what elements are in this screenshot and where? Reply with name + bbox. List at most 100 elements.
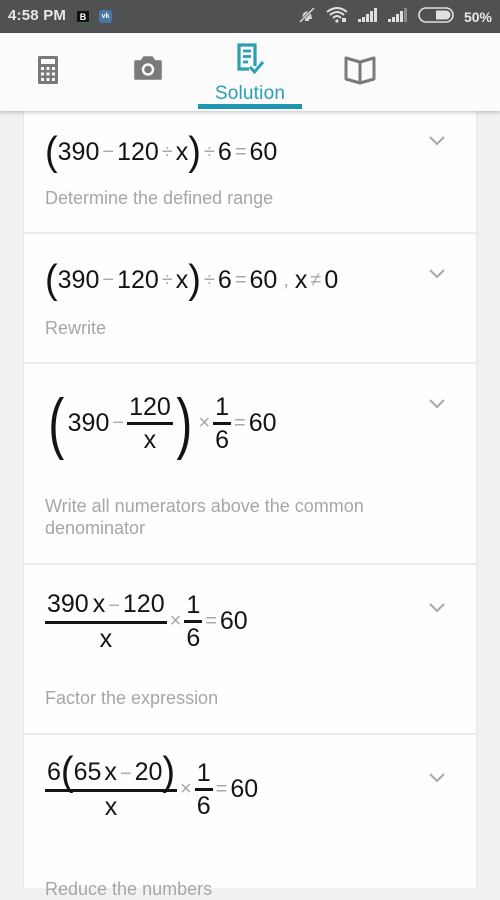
variable: x xyxy=(175,138,189,166)
operator: − xyxy=(119,763,132,785)
operator: − xyxy=(102,269,115,291)
step-expression: ( 390 − 120 x ) × 1 6 = 60 xyxy=(45,384,276,462)
fraction: 1 6 xyxy=(213,392,232,455)
operator: × xyxy=(169,610,182,632)
separator: , xyxy=(283,269,289,291)
camera-icon xyxy=(133,55,163,86)
variable: x xyxy=(92,590,106,618)
variable: x xyxy=(294,266,308,294)
tab-solution-label: Solution xyxy=(214,83,286,104)
numerator: 120 xyxy=(129,392,171,421)
fraction: 6(65 x −20) x xyxy=(45,749,178,822)
expand-chevron-icon[interactable] xyxy=(428,772,446,784)
book-icon xyxy=(344,55,376,90)
term: 60 xyxy=(249,138,278,166)
tab-book[interactable] xyxy=(330,33,390,111)
term: 6 xyxy=(217,138,232,166)
step-description: Determine the defined range xyxy=(45,188,274,208)
operator: = xyxy=(234,411,246,434)
operator: = xyxy=(215,778,228,800)
notification-vk-icon: vk xyxy=(99,10,112,23)
expand-chevron-icon[interactable] xyxy=(428,602,446,614)
step-expression: 6(65 x −20) x × 1 6 = 60 xyxy=(45,749,259,822)
denominator: x xyxy=(143,425,157,454)
close-paren: ) xyxy=(176,385,193,461)
battery-percent: 50% xyxy=(463,9,492,25)
solution-step[interactable]: 6(65 x −20) x × 1 6 = 60 Reduce the number… xyxy=(24,735,476,899)
step-description: Reduce the numbers xyxy=(45,879,213,899)
operator: ÷ xyxy=(161,141,173,163)
open-paren: ( xyxy=(60,749,74,795)
operator: × xyxy=(198,411,211,434)
expand-chevron-icon[interactable] xyxy=(428,135,446,147)
term: 390 xyxy=(67,408,110,437)
fraction: 1 6 xyxy=(194,758,213,821)
operator: ÷ xyxy=(161,269,173,291)
operator: = xyxy=(234,141,247,163)
notification-b-icon: B xyxy=(77,11,89,23)
open-paren: ( xyxy=(48,385,65,461)
solution-steps-list: ( 390 − 120 ÷ x ) ÷ 6 = 60 Determine the… xyxy=(23,111,477,899)
operator: − xyxy=(112,411,125,434)
wifi-icon xyxy=(326,6,348,28)
solution-icon xyxy=(235,42,265,81)
denominator: x xyxy=(104,793,118,821)
tab-camera[interactable] xyxy=(118,33,178,111)
step-expression: ( 390 − 120 ÷ x ) ÷ 6 = 60 xyxy=(45,129,278,175)
step-description: Rewrite xyxy=(45,318,107,338)
term: 20 xyxy=(134,758,163,786)
expand-chevron-icon[interactable] xyxy=(428,398,446,410)
operator: − xyxy=(108,595,120,617)
denominator: 6 xyxy=(215,425,230,454)
term: 120 xyxy=(117,266,159,294)
term: 6 xyxy=(47,758,61,786)
denominator: 6 xyxy=(196,792,211,820)
operator: = xyxy=(234,269,247,291)
term: 390 xyxy=(47,590,89,618)
operator: − xyxy=(102,141,115,163)
numerator: 1 xyxy=(215,392,230,421)
solution-step[interactable]: 390 x −120 x × 1 6 = 60 Factor the express… xyxy=(24,565,476,735)
operator: ≠ xyxy=(310,269,322,291)
fraction: 1 6 xyxy=(184,590,203,653)
variable: x xyxy=(175,266,189,294)
signal-icon-2 xyxy=(387,7,408,27)
operator: × xyxy=(180,778,192,800)
term: 60 xyxy=(219,607,248,635)
tab-solution[interactable]: Solution xyxy=(198,33,302,111)
expand-chevron-icon[interactable] xyxy=(428,268,446,280)
status-icons: 50% xyxy=(298,6,492,28)
operator: ÷ xyxy=(203,141,215,163)
step-expression: ( 390 − 120 ÷ x ) ÷ 6 = 60 , x ≠ 0 xyxy=(45,257,339,303)
step-description: Write all numerators above the common de… xyxy=(45,496,364,538)
active-tab-indicator xyxy=(198,104,302,109)
close-paren: ) xyxy=(162,749,176,795)
solution-step[interactable]: ( 390 − 120 x ) × 1 6 = 60 Write all num… xyxy=(24,364,476,565)
solution-step[interactable]: ( 390 − 120 ÷ x ) ÷ 6 = 60 Determine the… xyxy=(24,111,476,234)
step-expression: 390 x −120 x × 1 6 = 60 xyxy=(45,589,248,654)
fraction: 120 x xyxy=(127,392,173,455)
term: 390 xyxy=(57,138,100,166)
operator: ÷ xyxy=(203,269,215,291)
battery-icon xyxy=(418,6,454,28)
status-bar: 4:58 PM B vk 50% xyxy=(0,0,500,33)
numerator: 390 x −120 xyxy=(45,589,167,621)
solution-step[interactable]: ( 390 − 120 ÷ x ) ÷ 6 = 60 , x ≠ 0 Rewri… xyxy=(24,234,476,364)
open-paren: ( xyxy=(45,129,58,175)
tab-calculator[interactable] xyxy=(20,33,75,111)
numerator: 6(65 x −20) xyxy=(45,749,177,795)
numerator: 1 xyxy=(196,759,211,787)
term: 60 xyxy=(230,775,259,803)
term: 120 xyxy=(122,590,165,618)
denominator: x xyxy=(99,625,113,653)
term: 390 xyxy=(57,266,100,294)
numerator: 1 xyxy=(186,591,201,619)
silent-icon xyxy=(298,6,316,29)
signal-icon xyxy=(357,7,378,27)
step-description: Factor the expression xyxy=(45,688,219,708)
status-time: 4:58 PM xyxy=(8,7,67,24)
denominator: 6 xyxy=(186,624,201,652)
term: 0 xyxy=(324,266,339,294)
open-paren: ( xyxy=(45,257,58,303)
term: 6 xyxy=(217,266,232,294)
